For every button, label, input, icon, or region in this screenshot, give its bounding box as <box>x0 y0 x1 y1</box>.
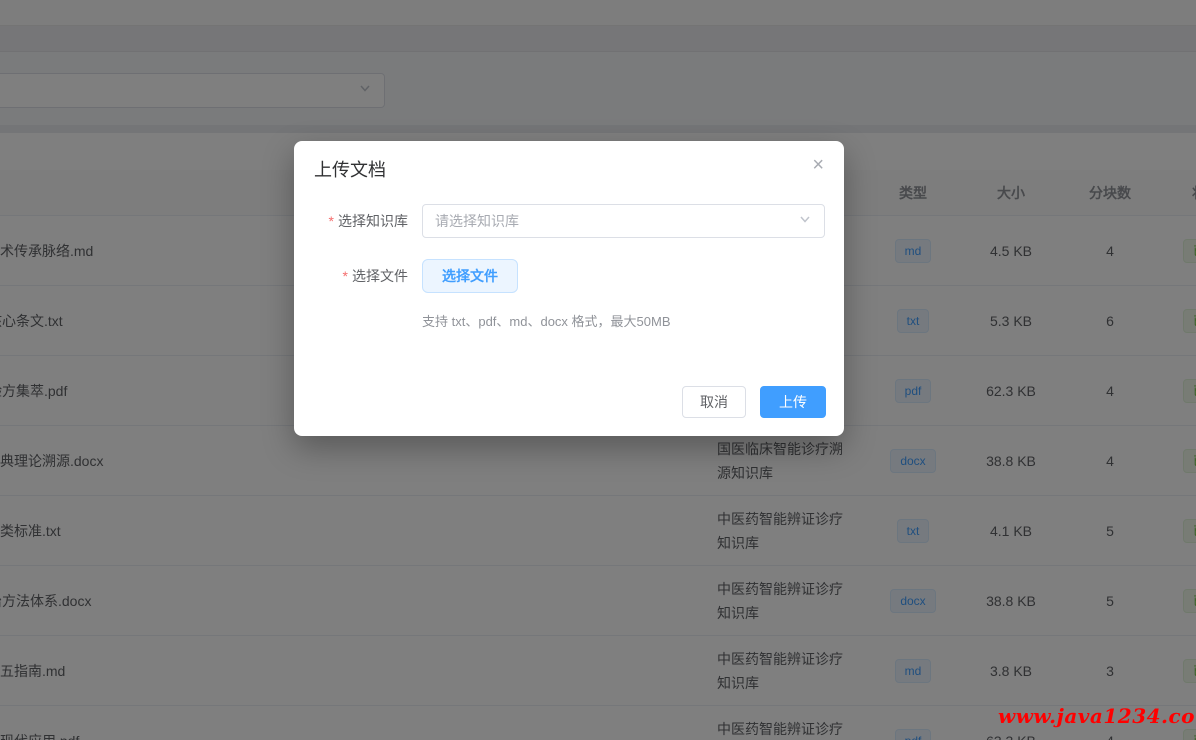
kb-field-label: *选择知识库 <box>294 211 422 231</box>
dialog-title: 上传文档 <box>314 160 386 180</box>
upload-button[interactable]: 上传 <box>760 386 826 418</box>
file-field-label: *选择文件 <box>294 266 422 286</box>
kb-field-row: *选择知识库 请选择知识库 <box>294 204 825 238</box>
kb-select[interactable]: 请选择知识库 <box>422 204 825 238</box>
cancel-button[interactable]: 取消 <box>682 386 746 418</box>
page: 类型 大小 分块数 状态 术传承脉络.md国医临床智能诊疗溯源知识库md4.5 … <box>0 0 1196 740</box>
required-mark: * <box>329 213 334 229</box>
upload-hint-text: 支持 txt、pdf、md、docx 格式，最大50MB <box>422 311 825 330</box>
file-field-row: *选择文件 选择文件 <box>294 259 825 293</box>
close-icon[interactable]: × <box>810 153 826 177</box>
choose-file-button[interactable]: 选择文件 <box>422 259 518 293</box>
upload-document-dialog: 上传文档 × *选择知识库 请选择知识库 *选择文件 选择文件 支持 txt、p… <box>294 141 844 436</box>
chevron-down-icon <box>798 212 812 231</box>
dialog-footer: 取消 上传 <box>682 386 826 418</box>
watermark-text: www.java1234.com <box>998 704 1196 728</box>
required-mark: * <box>343 268 348 284</box>
kb-select-placeholder: 请选择知识库 <box>435 211 519 231</box>
dialog-header: 上传文档 × <box>294 141 844 183</box>
